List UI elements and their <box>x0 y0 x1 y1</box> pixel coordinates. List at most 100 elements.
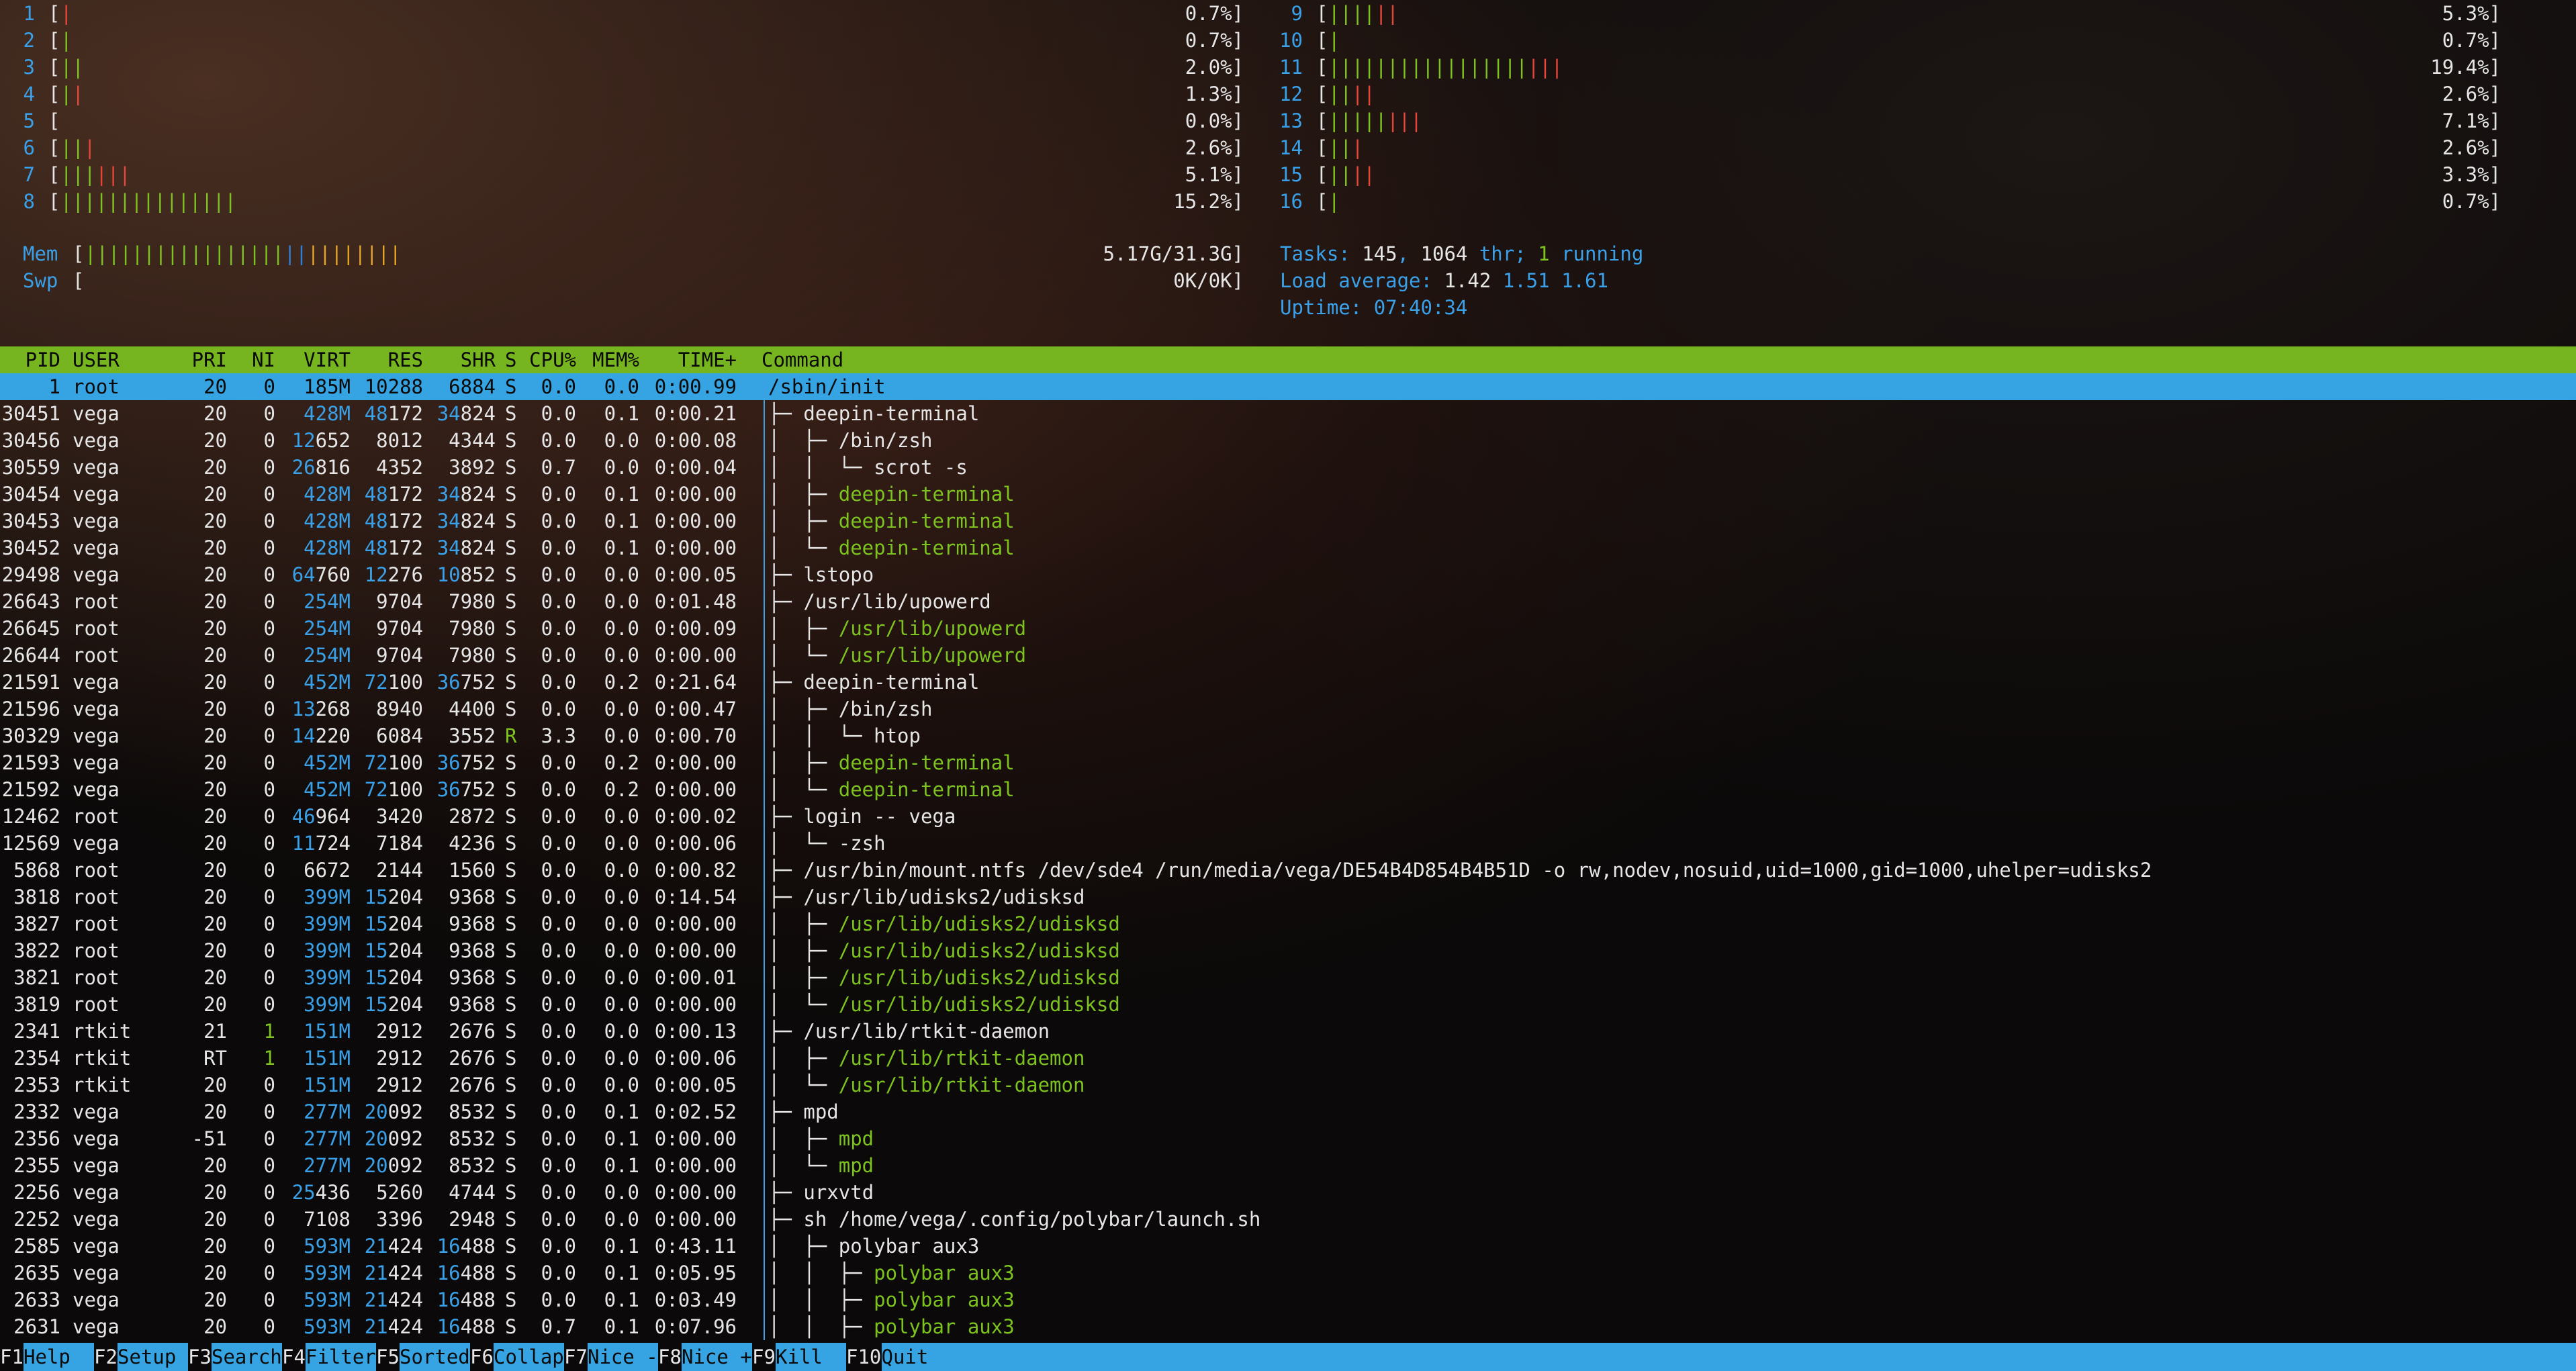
cell-s: S <box>505 644 517 667</box>
cpu-number[interactable]: 15 <box>1269 161 1303 188</box>
fkey-label-help[interactable]: Help <box>24 1343 94 1371</box>
process-row[interactable]: 12569 vega 20 0 11724 7184 4236 S 0.0 0.0 0:00.06 │… <box>0 830 2576 857</box>
process-row[interactable]: 30329 vega 20 0 14220 6084 3552 R 3.3 0.0 0:00.70 │… <box>0 722 2576 749</box>
process-row[interactable]: 26645 root 20 0 254M 9704 7980 S 0.0 0.0 0:00.09 │ … <box>0 615 2576 642</box>
process-row[interactable]: 2341 rtkit 21 1 151M 2912 2676 S 0.0 0.0 0:00.13 ├─… <box>0 1018 2576 1045</box>
fkey-f8[interactable]: F8 <box>658 1343 682 1371</box>
process-row[interactable]: 2353 rtkit 20 0 151M 2912 2676 S 0.0 0.0 0:00.05 │ … <box>0 1072 2576 1098</box>
cpu-number[interactable]: 7 <box>1 161 35 188</box>
process-row[interactable]: 30453 vega 20 0 428M 48172 34824 S 0.0 0.1 0:00.00… <box>0 508 2576 534</box>
process-row[interactable]: 2332 vega 20 0 277M 20092 8532 S 0.0 0.1 0:02.52 ├─… <box>0 1098 2576 1125</box>
command-text: /usr/lib/udisks2/udisksd <box>838 993 1120 1016</box>
command-text: scrot -s <box>874 456 968 479</box>
fkey-label-filter[interactable]: Filter <box>306 1343 376 1371</box>
process-row[interactable]: 1 root 20 0 185M 10288 6884 S 0.0 0.0 0:00.99/sbin… <box>0 373 2576 400</box>
cpu-number[interactable]: 5 <box>1 107 35 134</box>
process-row[interactable]: 12462 root 20 0 46964 3420 2872 S 0.0 0.0 0:00.02 ├… <box>0 803 2576 830</box>
fkey-label-kill[interactable]: Kill <box>776 1343 846 1371</box>
column-header-virt[interactable]: VIRT <box>304 346 351 373</box>
process-row[interactable]: 2252 vega 20 0 7108 3396 2948 S 0.0 0.0 0:00.00 ├─ … <box>0 1206 2576 1233</box>
process-row[interactable]: 2256 vega 20 0 25436 5260 4744 S 0.0 0.0 0:00.00 ├─… <box>0 1179 2576 1206</box>
cpu-10-bars: | <box>1328 27 1340 54</box>
cell-time: 0:00.82 <box>654 859 737 882</box>
column-header-time[interactable]: TIME+ <box>678 346 737 373</box>
process-row[interactable]: 3827 root 20 0 399M 15204 9368 S 0.0 0.0 0:00.00 │ … <box>0 910 2576 937</box>
cpu-number[interactable]: 1 <box>1 0 35 27</box>
cpu-number[interactable]: 11 <box>1269 54 1303 81</box>
cpu-number[interactable]: 3 <box>1 54 35 81</box>
cell-command: ├─ login -- vega <box>768 803 956 830</box>
process-row[interactable]: 3819 root 20 0 399M 15204 9368 S 0.0 0.0 0:00.00 │ … <box>0 991 2576 1018</box>
process-row[interactable]: 3821 root 20 0 399M 15204 9368 S 0.0 0.0 0:00.01 │ … <box>0 964 2576 991</box>
cell-pri: 20 <box>203 1181 227 1204</box>
column-header-user[interactable]: USER <box>73 346 120 373</box>
fkey-f5[interactable]: F5 <box>376 1343 400 1371</box>
process-row[interactable]: 21596 vega 20 0 13268 8940 4400 S 0.0 0.0 0:00.47 │… <box>0 696 2576 722</box>
process-row[interactable]: 2633 vega 20 0 593M 21424 16488 S 0.0 0.1 0:03.49 │… <box>0 1286 2576 1313</box>
process-row[interactable]: 5868 root 20 0 6672 2144 1560 S 0.0 0.0 0:00.82 ├─ … <box>0 857 2576 884</box>
column-header-pri[interactable]: PRI <box>192 346 227 373</box>
column-header-command[interactable]: Command <box>762 346 843 373</box>
fkey-f6[interactable]: F6 <box>470 1343 494 1371</box>
process-row[interactable]: 26644 root 20 0 254M 9704 7980 S 0.0 0.0 0:00.00 │ … <box>0 642 2576 669</box>
process-row[interactable]: 21592 vega 20 0 452M 72100 36752 S 0.0 0.2 0:00.00… <box>0 776 2576 803</box>
cpu-number[interactable]: 12 <box>1269 81 1303 107</box>
fkey-label-sorted[interactable]: Sorted <box>400 1343 470 1371</box>
cell-virt: 11724 <box>291 832 351 855</box>
process-row[interactable]: 21591 vega 20 0 452M 72100 36752 S 0.0 0.2 0:21.64… <box>0 669 2576 696</box>
cell-user: vega <box>73 1208 120 1231</box>
process-row[interactable]: 2631 vega 20 0 593M 21424 16488 S 0.7 0.1 0:07.96 │… <box>0 1313 2576 1340</box>
column-header-shr[interactable]: SHR <box>461 346 496 373</box>
cell-mem: 0.0 <box>604 590 639 613</box>
process-row[interactable]: 30451 vega 20 0 428M 48172 34824 S 0.0 0.1 0:00.21… <box>0 400 2576 427</box>
process-row[interactable]: 3818 root 20 0 399M 15204 9368 S 0.0 0.0 0:14.54 ├─… <box>0 884 2576 910</box>
fkey-label-nice[interactable]: Nice - <box>588 1343 658 1371</box>
fkey-f9[interactable]: F9 <box>752 1343 776 1371</box>
process-row[interactable]: 2356 vega -51 0 277M 20092 8532 S 0.0 0.1 0:00.00 │… <box>0 1125 2576 1152</box>
fkey-f4[interactable]: F4 <box>282 1343 306 1371</box>
column-header-cpu[interactable]: CPU% <box>529 346 576 373</box>
fkey-f7[interactable]: F7 <box>564 1343 588 1371</box>
cpu-number[interactable]: 2 <box>1 27 35 54</box>
cell-user: root <box>73 912 120 935</box>
column-header-ni[interactable]: NI <box>252 346 275 373</box>
process-row[interactable]: 2355 vega 20 0 277M 20092 8532 S 0.0 0.1 0:00.00 │ … <box>0 1152 2576 1179</box>
column-header-pid[interactable]: PID <box>26 346 60 373</box>
process-row[interactable]: 30452 vega 20 0 428M 48172 34824 S 0.0 0.1 0:00.00… <box>0 534 2576 561</box>
fkey-label-quit[interactable]: Quit <box>882 1343 952 1371</box>
process-row[interactable]: 21593 vega 20 0 452M 72100 36752 S 0.0 0.2 0:00.00… <box>0 749 2576 776</box>
process-row[interactable]: 30559 vega 20 0 26816 4352 3892 S 0.7 0.0 0:00.04 │… <box>0 454 2576 481</box>
cpu-number[interactable]: 6 <box>1 134 35 161</box>
cpu-number[interactable]: 14 <box>1269 134 1303 161</box>
cpu-number[interactable]: 4 <box>1 81 35 107</box>
fkey-label-setup[interactable]: Setup <box>118 1343 188 1371</box>
process-row[interactable]: 30456 vega 20 0 12652 8012 4344 S 0.0 0.0 0:00.08 │… <box>0 427 2576 454</box>
cpu-number[interactable]: 16 <box>1269 188 1303 215</box>
fkey-label-search[interactable]: Search <box>212 1343 282 1371</box>
meter-bracket: [ <box>48 136 60 159</box>
fkey-label-nice[interactable]: Nice + <box>682 1343 752 1371</box>
column-header-mem[interactable]: MEM% <box>592 346 639 373</box>
process-row[interactable]: 30454 vega 20 0 428M 48172 34824 S 0.0 0.1 0:00.00… <box>0 481 2576 508</box>
process-row[interactable]: 2585 vega 20 0 593M 21424 16488 S 0.0 0.1 0:43.11 │… <box>0 1233 2576 1260</box>
fkey-label-collap[interactable]: Collap <box>494 1343 564 1371</box>
cpu-number[interactable]: 10 <box>1269 27 1303 54</box>
fkey-f3[interactable]: F3 <box>188 1343 212 1371</box>
fkey-f10[interactable]: F10 <box>846 1343 882 1371</box>
cpu-number[interactable]: 9 <box>1269 0 1303 27</box>
column-header-res[interactable]: RES <box>388 346 423 373</box>
process-row[interactable]: 3822 root 20 0 399M 15204 9368 S 0.0 0.0 0:00.00 │ … <box>0 937 2576 964</box>
process-row[interactable]: 2635 vega 20 0 593M 21424 16488 S 0.0 0.1 0:05.95 │… <box>0 1260 2576 1286</box>
cpu-number[interactable]: 13 <box>1269 107 1303 134</box>
cell-virt: 399M <box>304 886 351 908</box>
command-text: polybar aux3 <box>874 1288 1015 1311</box>
cell-shr: 4744 <box>449 1181 496 1204</box>
command-text: deepin-terminal <box>803 671 980 694</box>
process-row[interactable]: 29498 vega 20 0 64760 12276 10852 S 0.0 0.0 0:00.0… <box>0 561 2576 588</box>
process-row[interactable]: 2354 rtkit RT 1 151M 2912 2676 S 0.0 0.0 0:00.06 │ … <box>0 1045 2576 1072</box>
process-row[interactable]: 26643 root 20 0 254M 9704 7980 S 0.0 0.0 0:01.48 ├─… <box>0 588 2576 615</box>
column-header-s[interactable]: S <box>505 346 516 373</box>
cpu-number[interactable]: 8 <box>1 188 35 215</box>
fkey-f2[interactable]: F2 <box>94 1343 118 1371</box>
fkey-f1[interactable]: F1 <box>0 1343 24 1371</box>
